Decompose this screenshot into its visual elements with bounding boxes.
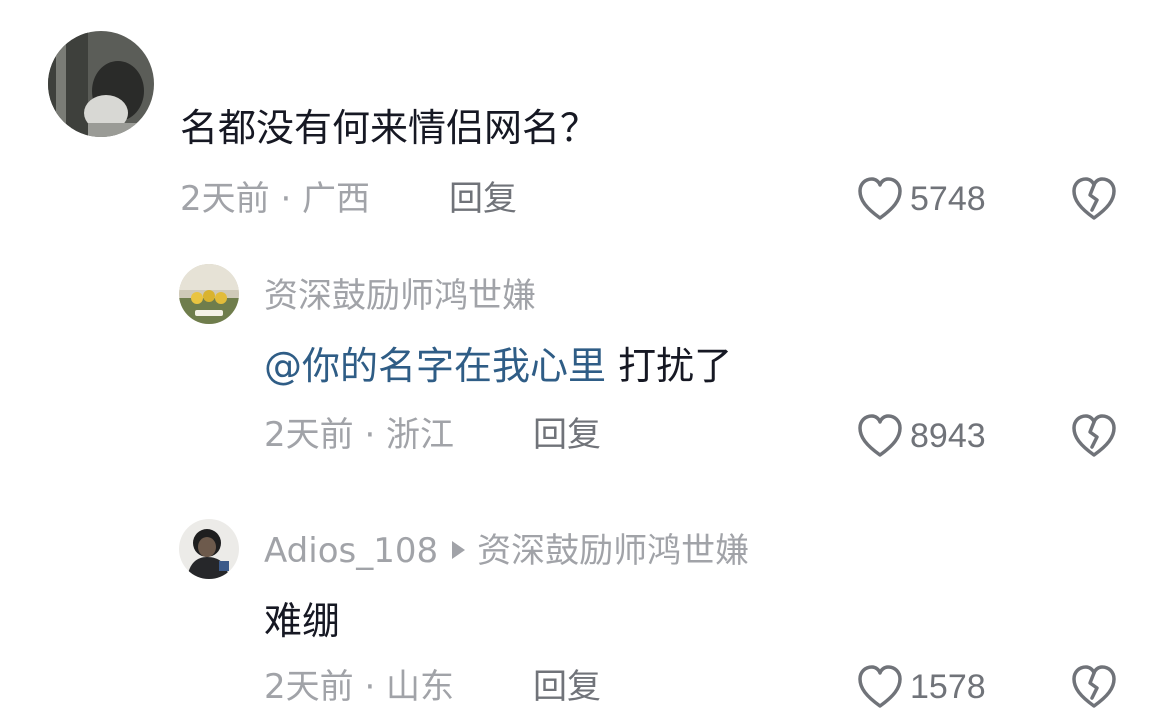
username[interactable]: Adios_108 (264, 531, 438, 571)
like-count: 8943 (910, 417, 986, 455)
broken-heart-icon (1072, 177, 1116, 220)
broken-heart-icon (1072, 665, 1116, 708)
reply-arrow-icon (452, 540, 466, 559)
reply-button[interactable]: 回复 (533, 418, 601, 452)
mention-link[interactable]: @你的名字在我心里 (264, 344, 606, 388)
like-button[interactable]: 1578 (856, 664, 986, 710)
heart-icon (858, 665, 902, 708)
comment-text: 难绷 (264, 599, 341, 643)
avatar[interactable] (179, 264, 239, 324)
comment-meta: 2天前 · 山东 (264, 667, 455, 707)
dislike-button[interactable] (1070, 176, 1118, 226)
comment-meta: 2天前 · 浙江 (264, 415, 455, 455)
avatar[interactable] (179, 519, 239, 579)
like-count: 5748 (910, 180, 986, 218)
comment-meta: 2天前 · 广西 (180, 179, 371, 219)
comment-text: @你的名字在我心里 打扰了 (264, 347, 732, 385)
avatar[interactable] (48, 31, 154, 137)
username[interactable]: 资深鼓励师鸿世嫌 (264, 279, 536, 313)
heart-icon (858, 414, 902, 457)
comment-body: 打扰了 (606, 344, 733, 388)
heart-icon (858, 177, 902, 220)
dislike-button[interactable] (1070, 413, 1118, 463)
reply-button[interactable]: 回复 (533, 670, 601, 704)
broken-heart-icon (1072, 414, 1116, 457)
dislike-button[interactable] (1070, 664, 1118, 714)
like-button[interactable]: 8943 (856, 413, 986, 459)
like-count: 1578 (910, 668, 986, 706)
comment-text: 名都没有何来情侣网名？ (180, 106, 599, 150)
like-button[interactable]: 5748 (856, 176, 986, 222)
reply-header: Adios_108 资深鼓励师鸿世嫌 (264, 534, 749, 568)
reply-button[interactable]: 回复 (449, 182, 517, 216)
reply-to-username[interactable]: 资深鼓励师鸿世嫌 (477, 531, 749, 571)
